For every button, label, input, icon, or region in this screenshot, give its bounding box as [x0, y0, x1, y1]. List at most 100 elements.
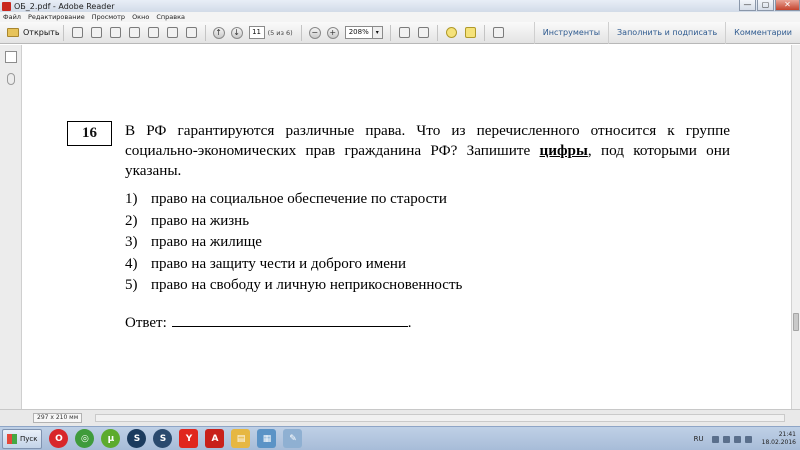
window-title: ОБ_2.pdf - Adobe Reader: [14, 1, 115, 11]
start-button-label: Пуск: [20, 434, 38, 443]
expand-panel-icon[interactable]: [492, 26, 505, 39]
answer-suffix: .: [407, 315, 412, 331]
yandex-browser-icon[interactable]: Y: [179, 429, 199, 448]
clock-date: 18.02.2016: [761, 439, 796, 446]
toolbar-separator: [389, 24, 391, 41]
menu-file[interactable]: Файл: [3, 13, 21, 21]
tools-pane-button[interactable]: Инструменты: [533, 22, 608, 44]
horizontal-scrollbar[interactable]: [95, 414, 785, 422]
option-number: 3): [125, 234, 138, 250]
option-text: право на жизнь: [151, 212, 250, 229]
tray-volume-icon[interactable]: [733, 435, 741, 443]
option-number: 1): [125, 191, 138, 207]
previous-page-button[interactable]: ↑: [212, 26, 225, 39]
clock-time: 21:41: [778, 431, 796, 438]
language-indicator[interactable]: RU: [694, 435, 704, 443]
next-page-button[interactable]: ↓: [230, 26, 243, 39]
navigation-pane: [0, 45, 22, 409]
option-text: право на защиту чести и доброго имени: [151, 255, 406, 272]
scrollbar-thumb[interactable]: [793, 313, 799, 331]
option-text: право на социальное обеспечение по старо…: [151, 191, 447, 207]
list-item: 5) право на свободу и личную неприкоснове…: [125, 275, 462, 297]
maximize-button[interactable]: ▢: [757, 0, 774, 11]
open-button[interactable]: Открыть: [4, 24, 64, 41]
windows-logo-icon: [7, 433, 17, 444]
chrome-icon[interactable]: ◎: [75, 429, 95, 448]
folder-icon[interactable]: ▤: [231, 429, 251, 448]
tray-flag-icon[interactable]: [744, 435, 752, 443]
task-panes: Инструменты Заполнить и подписать Коммен…: [533, 22, 800, 44]
page-count-label: (5 из 6): [267, 28, 293, 37]
answer-options: 1) право на социальное обеспечение по ста…: [125, 189, 462, 297]
list-item: 4) право на защиту чести и доброго имени: [125, 254, 462, 276]
full-screen-icon[interactable]: [417, 26, 430, 39]
email-icon[interactable]: [185, 26, 198, 39]
fill-sign-pane-button[interactable]: Заполнить и подписать: [608, 22, 725, 44]
toolbar-separator: [483, 24, 485, 41]
taskbar: Пуск O ◎ µ S S Y A ▤ ▦ ✎ RU 21:41 18.02.2016: [0, 426, 800, 450]
menu-bar: Файл Редактирование Просмотр Окно Справк…: [0, 12, 800, 22]
toolbar-separator: [300, 24, 302, 41]
system-tray: RU 21:41 18.02.2016: [694, 427, 796, 450]
adobe-reader-app-icon: [2, 1, 11, 11]
utorrent-icon[interactable]: µ: [101, 429, 121, 448]
option-number: 4): [125, 255, 138, 272]
menu-window[interactable]: Окно: [132, 13, 149, 21]
fit-page-icon[interactable]: [398, 26, 411, 39]
menu-help[interactable]: Справка: [156, 13, 185, 21]
opera-icon[interactable]: O: [49, 429, 69, 448]
tray-network-icon[interactable]: [722, 435, 730, 443]
list-item: 3) право на жилище: [125, 232, 462, 254]
highlight-icon[interactable]: [464, 26, 477, 39]
print-icon[interactable]: [166, 26, 179, 39]
page-size-label: 297 x 210 мм: [33, 413, 83, 423]
steam-icon[interactable]: S: [127, 429, 147, 448]
vertical-scrollbar[interactable]: [791, 45, 800, 409]
document-view: 16 В РФ гарантируются различные права. Ч…: [22, 45, 791, 409]
comment-icon[interactable]: [445, 26, 458, 39]
open-button-label: Открыть: [23, 28, 60, 37]
zoom-out-button[interactable]: −: [308, 26, 321, 39]
answer-line: Ответ:.: [125, 312, 412, 332]
edit-pdf-icon[interactable]: [90, 26, 103, 39]
menu-edit[interactable]: Редактирование: [28, 13, 85, 21]
notes-icon[interactable]: ▦: [257, 429, 277, 448]
tray-help-icon[interactable]: [711, 435, 719, 443]
window-controls: — ▢ ✕: [738, 0, 800, 12]
toolbar-separator: [204, 24, 206, 41]
paint-icon[interactable]: ✎: [283, 429, 303, 448]
start-button[interactable]: Пуск: [2, 428, 43, 449]
title-bar: ОБ_2.pdf - Adobe Reader — ▢ ✕: [0, 0, 800, 12]
menu-view[interactable]: Просмотр: [92, 13, 125, 21]
create-pdf-icon[interactable]: [71, 26, 84, 39]
page-number-input[interactable]: 11: [248, 26, 265, 39]
option-text: право на свободу и личную неприкосновенн…: [151, 277, 463, 293]
zoom-input[interactable]: 208%: [344, 26, 373, 39]
steam-app-icon[interactable]: S: [153, 429, 173, 448]
question-text-emphasis: цифры: [539, 142, 588, 159]
main-toolbar: Открыть ↑ ↓ 11 (5 из 6) − + 208% ▾ Инстр…: [0, 22, 800, 44]
chevron-down-icon[interactable]: ▾: [372, 26, 383, 39]
zoom-in-button[interactable]: +: [326, 26, 339, 39]
list-item: 2) право на жизнь: [125, 211, 462, 233]
folder-open-icon: [7, 28, 19, 37]
list-item: 1) право на социальное обеспечение по ста…: [125, 189, 462, 211]
clock[interactable]: 21:41 18.02.2016: [762, 431, 796, 447]
toolbar-separator: [436, 24, 438, 41]
attachments-icon[interactable]: [6, 73, 15, 85]
answer-label: Ответ:: [125, 315, 167, 331]
cloud-icon[interactable]: [128, 26, 141, 39]
page-thumbnails-icon[interactable]: [4, 51, 17, 63]
option-text: право на жилище: [151, 234, 262, 250]
adobe-reader-icon[interactable]: A: [205, 429, 225, 448]
sign-icon[interactable]: [109, 26, 122, 39]
save-icon[interactable]: [147, 26, 160, 39]
zoom-selector[interactable]: 208% ▾: [344, 26, 383, 39]
option-number: 2): [125, 212, 138, 229]
question-text: В РФ гарантируются различные права. Что …: [125, 121, 730, 181]
close-button[interactable]: ✕: [775, 0, 800, 11]
question-number: 16: [67, 121, 112, 146]
comments-pane-button[interactable]: Комментарии: [725, 22, 800, 44]
status-bar: 297 x 210 мм: [0, 409, 800, 426]
minimize-button[interactable]: —: [739, 0, 756, 11]
